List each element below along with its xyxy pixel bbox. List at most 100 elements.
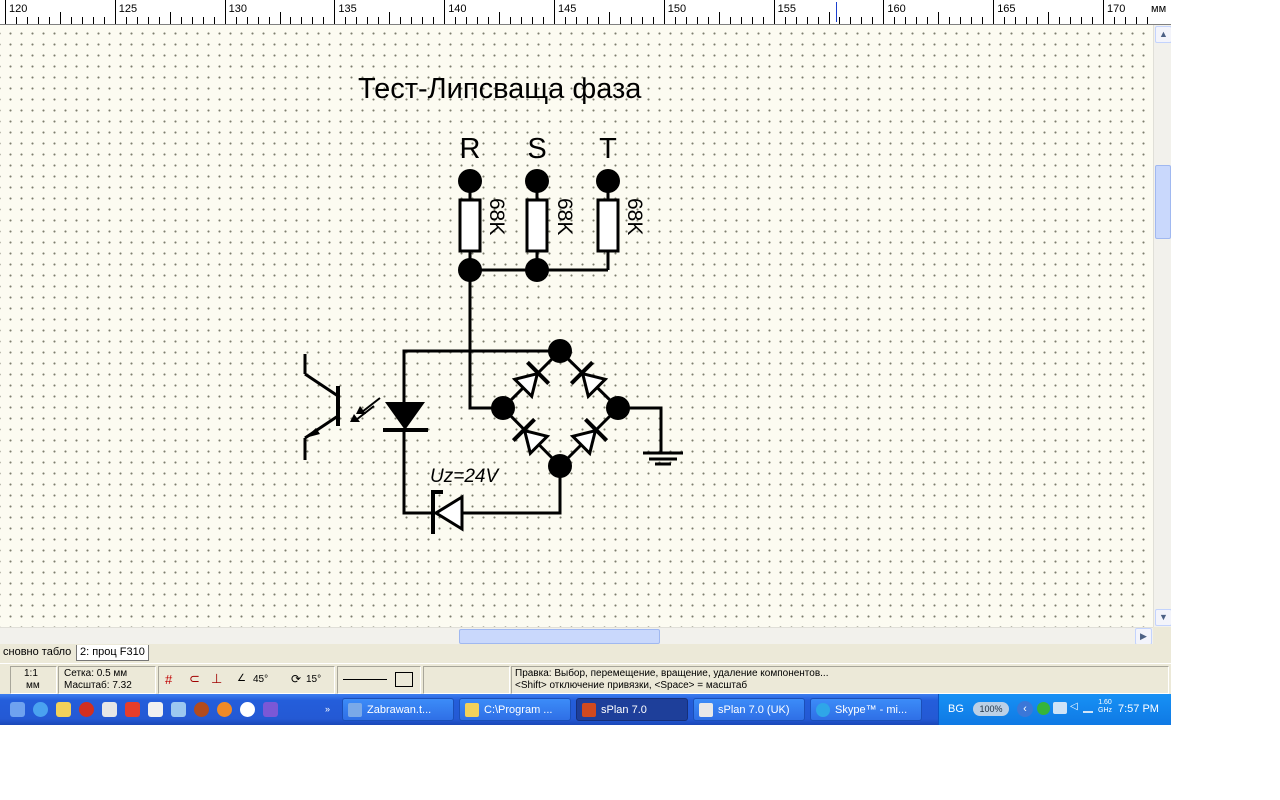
ruler-minor-tick (70, 17, 72, 24)
language-indicator[interactable]: BG (948, 703, 964, 715)
ruler-minor-tick (213, 17, 215, 24)
volume-tray-icon[interactable]: ◁ (1070, 701, 1078, 712)
ruler-minor-tick (971, 17, 973, 24)
ruler-major-tick (1103, 0, 1104, 24)
ruler-major-tick (773, 0, 775, 24)
quicklaunch-app-icon[interactable] (171, 702, 186, 717)
zener-diode[interactable] (431, 490, 464, 534)
ruler-minor-tick (312, 17, 314, 24)
quicklaunch-acrobat-icon[interactable] (125, 702, 140, 717)
grid-snap-icon[interactable]: # (165, 672, 172, 687)
phototransistor[interactable] (303, 354, 340, 460)
phase-label-s[interactable]: S (527, 133, 546, 165)
ruler-minor-tick (1059, 17, 1061, 24)
windows-taskbar: » Zabrawan.t... C:\Program ... sPlan 7.0… (0, 694, 1171, 725)
tray-expand-icon[interactable]: ‹ (1017, 701, 1033, 717)
fill-style-preview[interactable] (395, 672, 413, 687)
hint-panel: Правка: Выбор, перемещение, вращение, уд… (511, 666, 1169, 694)
quicklaunch-firefox-icon[interactable] (217, 702, 232, 717)
resistor-label-r[interactable]: 68K (485, 198, 508, 235)
tab-proc-f310[interactable]: 2: проц F310 (76, 645, 149, 661)
resistors[interactable] (458, 198, 620, 253)
rotate-step-value[interactable]: 15° (306, 674, 321, 685)
scale-ratio: 1:1 (24, 668, 38, 679)
ruler-minor-tick (26, 17, 28, 24)
ruler-major-tick (554, 0, 555, 24)
ruler-minor-tick (59, 12, 61, 24)
resistor-label-t[interactable]: 68K (623, 198, 646, 235)
tray-bar-icon (1083, 711, 1093, 713)
ruler-minor-tick (608, 12, 610, 24)
quicklaunch-star-icon[interactable] (240, 702, 255, 717)
ruler-unit: мм (1151, 3, 1167, 15)
scroll-down-button[interactable]: ▼ (1155, 609, 1171, 626)
taskbar-button-splan-uk[interactable]: sPlan 7.0 (UK) (693, 698, 805, 721)
ruler-minor-tick (279, 12, 281, 24)
quicklaunch-folder-icon[interactable] (56, 702, 71, 717)
quicklaunch-notepad-icon[interactable] (148, 702, 163, 717)
ruler-minor-tick (817, 17, 819, 24)
schematic-title[interactable]: Тест-Липсваща фаза (358, 73, 642, 105)
resistor-label-s[interactable]: 68K (553, 198, 576, 235)
taskbar-button-zabrawan[interactable]: Zabrawan.t... (342, 698, 454, 721)
quicklaunch-bug-icon[interactable] (194, 702, 209, 717)
schematic-drawing[interactable]: Тест-Липсваща фаза R S T 68K 68K 68K Uz=… (0, 25, 1153, 627)
ruler-minor-tick (103, 17, 105, 24)
ruler-major-tick (993, 0, 995, 24)
horizontal-scrollbar[interactable]: ▶ (0, 627, 1153, 645)
clock[interactable]: 7:57 PM (1118, 703, 1159, 715)
ruler-minor-tick (268, 17, 270, 24)
ruler-minor-tick (707, 17, 709, 24)
taskbar-button-skype[interactable]: Skype™ - mi... (810, 698, 922, 721)
angle-step-value[interactable]: 45° (253, 674, 268, 685)
ruler-label: 170 (1107, 3, 1126, 15)
taskbar-button-splan[interactable]: sPlan 7.0 (576, 698, 688, 721)
quicklaunch-media-icon[interactable] (79, 702, 94, 717)
network-tray-icon[interactable] (1053, 702, 1067, 714)
phase-label-r[interactable]: R (460, 133, 481, 165)
ruler-minor-tick (916, 17, 918, 24)
skype-icon (816, 703, 830, 717)
grid-size: Сетка: 0.5 мм (64, 668, 128, 679)
magnet-icon[interactable]: ⊂ (189, 671, 200, 687)
quicklaunch-desktop-icon[interactable] (10, 702, 25, 717)
ruler-label: 140 (448, 3, 467, 15)
splan-icon (582, 703, 596, 717)
quicklaunch-expand-icon[interactable]: » (325, 704, 330, 714)
quicklaunch-ie-icon[interactable] (33, 702, 48, 717)
drawing-canvas[interactable]: Тест-Липсваща фаза R S T 68K 68K 68K Uz=… (0, 25, 1153, 627)
ruler-minor-tick (499, 12, 501, 24)
vertical-scrollbar[interactable]: ▲ ▼ (1153, 25, 1171, 627)
rotate-icon[interactable]: ⟳ (291, 672, 301, 686)
horizontal-scroll-thumb[interactable] (459, 629, 660, 644)
tab-main-board[interactable]: сновно табло (0, 645, 74, 660)
security-tray-icon[interactable] (1037, 702, 1050, 715)
scroll-right-button[interactable]: ▶ (1135, 628, 1152, 645)
battery-indicator[interactable]: 100% (973, 702, 1009, 716)
ruler-minor-tick (696, 17, 698, 24)
zener-label[interactable]: Uz=24V (430, 466, 500, 487)
ruler-major-tick (663, 0, 665, 24)
line-style-preview[interactable] (343, 679, 387, 680)
scroll-up-button[interactable]: ▲ (1155, 26, 1171, 43)
ruler-minor-tick (455, 17, 457, 24)
ruler-label: 150 (667, 3, 687, 15)
ruler-minor-tick (982, 17, 984, 24)
quicklaunch-vs-icon[interactable] (263, 702, 278, 717)
ruler-minor-tick (938, 12, 940, 24)
optocoupler-led[interactable] (350, 397, 428, 432)
ruler-minor-tick (136, 17, 138, 24)
angle-icon[interactable]: ∠ (237, 673, 246, 684)
ruler-minor-tick (290, 17, 292, 24)
ground-symbol[interactable] (643, 451, 683, 466)
phase-label-t[interactable]: T (599, 133, 617, 165)
ruler-minor-tick (532, 17, 534, 24)
bridge-diodes[interactable] (511, 360, 609, 457)
line-style-panel[interactable] (337, 666, 421, 694)
snap-point-icon[interactable]: ⊥ (211, 671, 222, 687)
vertical-scroll-thumb[interactable] (1155, 165, 1171, 239)
taskbar-button-program-files[interactable]: C:\Program ... (459, 698, 571, 721)
quicklaunch-doc-icon[interactable] (102, 702, 117, 717)
ruler-minor-tick (1146, 17, 1148, 24)
ruler-minor-tick (619, 17, 621, 24)
